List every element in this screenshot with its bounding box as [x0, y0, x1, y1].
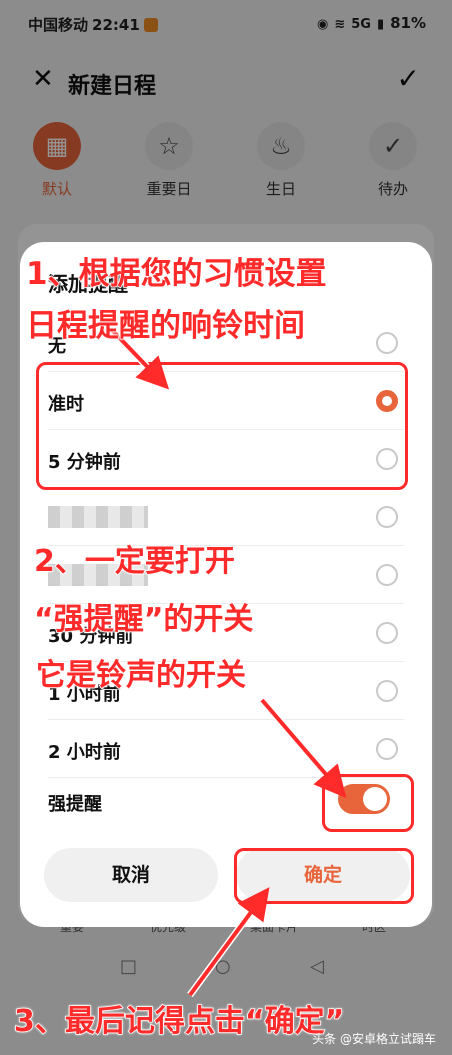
annotation-step1-line2: 日程提醒的响铃时间 [25, 307, 306, 345]
annotation-step2-line2: “强提醒”的开关 [33, 601, 254, 638]
watermark: 头条 @安卓格立试蹋车 [312, 1032, 436, 1046]
arrow-2 [260, 698, 347, 799]
annotation-step2-line3: 它是铃声的开关 [35, 657, 247, 694]
annotation-step3: 3、最后记得点击“确定” [13, 1003, 345, 1040]
annotation-step1-line1: 1、根据您的习惯设置 [25, 255, 327, 293]
annotation-step2-line1: 2、一定要打开 [33, 543, 235, 580]
annotation-arrows [109, 327, 347, 998]
arrow-3 [188, 887, 270, 997]
